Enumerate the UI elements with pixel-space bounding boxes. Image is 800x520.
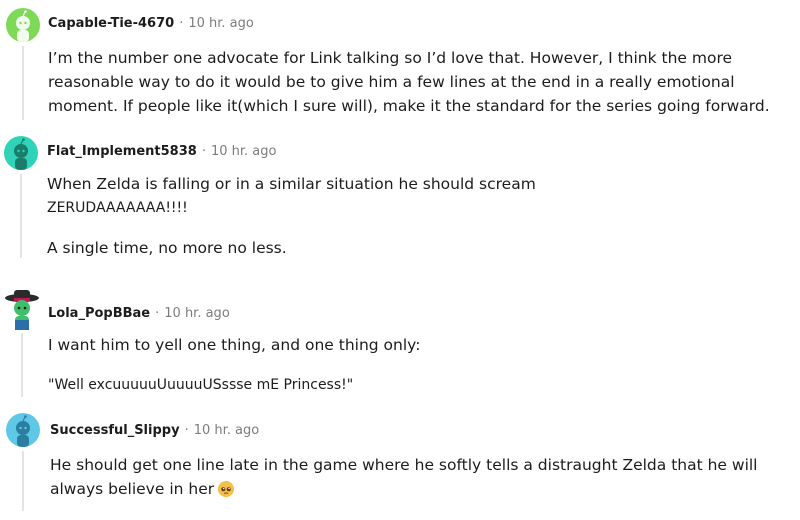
comment: Flat_Implement5838 · 10 hr. ago When Zel… bbox=[0, 130, 800, 265]
comment-meta: Successful_Slippy · 10 hr. ago bbox=[50, 423, 259, 438]
timestamp[interactable]: 10 hr. ago bbox=[164, 306, 230, 321]
comment-paragraph: "Well excuuuuuUuuuuUSssse mE Princess!" bbox=[48, 377, 354, 393]
timestamp[interactable]: 10 hr. ago bbox=[188, 16, 254, 31]
username[interactable]: Capable-Tie-4670 bbox=[48, 16, 174, 31]
snoo-avatar-icon bbox=[14, 138, 28, 170]
pleading-face-icon bbox=[218, 481, 235, 497]
meta-separator: · bbox=[201, 144, 206, 159]
thread-line[interactable] bbox=[22, 46, 24, 120]
snoo-avatar-icon bbox=[16, 10, 30, 42]
timestamp[interactable]: 10 hr. ago bbox=[194, 423, 260, 438]
comment-meta: Capable-Tie-4670 · 10 hr. ago bbox=[48, 16, 254, 31]
comment-paragraph: When Zelda is falling or in a similar si… bbox=[47, 175, 536, 193]
comment-body: When Zelda is falling or in a similar si… bbox=[47, 172, 787, 260]
username[interactable]: Lola_PopBBae bbox=[48, 306, 150, 321]
comment-meta: Flat_Implement5838 · 10 hr. ago bbox=[47, 144, 276, 159]
meta-separator: · bbox=[155, 306, 160, 321]
comment-body: I’m the number one advocate for Link tal… bbox=[48, 46, 796, 118]
comment-text: He should get one line late in the game … bbox=[50, 456, 758, 498]
thread-line[interactable] bbox=[20, 174, 22, 258]
avatar[interactable] bbox=[6, 413, 40, 447]
comment-paragraph: He should get one line late in the game … bbox=[50, 453, 780, 501]
comment-meta: Lola_PopBBae · 10 hr. ago bbox=[48, 306, 230, 321]
thread-line[interactable] bbox=[22, 451, 24, 511]
comment: Capable-Tie-4670 · 10 hr. ago I’m the nu… bbox=[0, 0, 800, 130]
meta-separator: · bbox=[184, 423, 189, 438]
comment-body: He should get one line late in the game … bbox=[50, 453, 780, 501]
comment-body: I want him to yell one thing, and one th… bbox=[48, 333, 788, 397]
username[interactable]: Flat_Implement5838 bbox=[47, 144, 197, 159]
comment-paragraph: I want him to yell one thing, and one th… bbox=[48, 336, 421, 354]
thread-line[interactable] bbox=[21, 333, 23, 397]
snoo-avatar-icon bbox=[16, 415, 30, 447]
timestamp[interactable]: 10 hr. ago bbox=[211, 144, 277, 159]
character-avatar-icon bbox=[5, 290, 39, 330]
meta-separator: · bbox=[179, 16, 184, 31]
comment-paragraph: I’m the number one advocate for Link tal… bbox=[48, 49, 770, 115]
comment-paragraph: ZERUDAAAAAAA!!!! bbox=[47, 200, 188, 216]
comment-paragraph: A single time, no more no less. bbox=[47, 239, 287, 257]
username[interactable]: Successful_Slippy bbox=[50, 423, 180, 438]
avatar[interactable] bbox=[4, 136, 38, 170]
avatar[interactable] bbox=[6, 8, 40, 42]
comment: Successful_Slippy · 10 hr. ago He should… bbox=[0, 405, 800, 520]
avatar[interactable] bbox=[4, 288, 40, 330]
comment: Lola_PopBBae · 10 hr. ago I want him to … bbox=[0, 283, 800, 398]
